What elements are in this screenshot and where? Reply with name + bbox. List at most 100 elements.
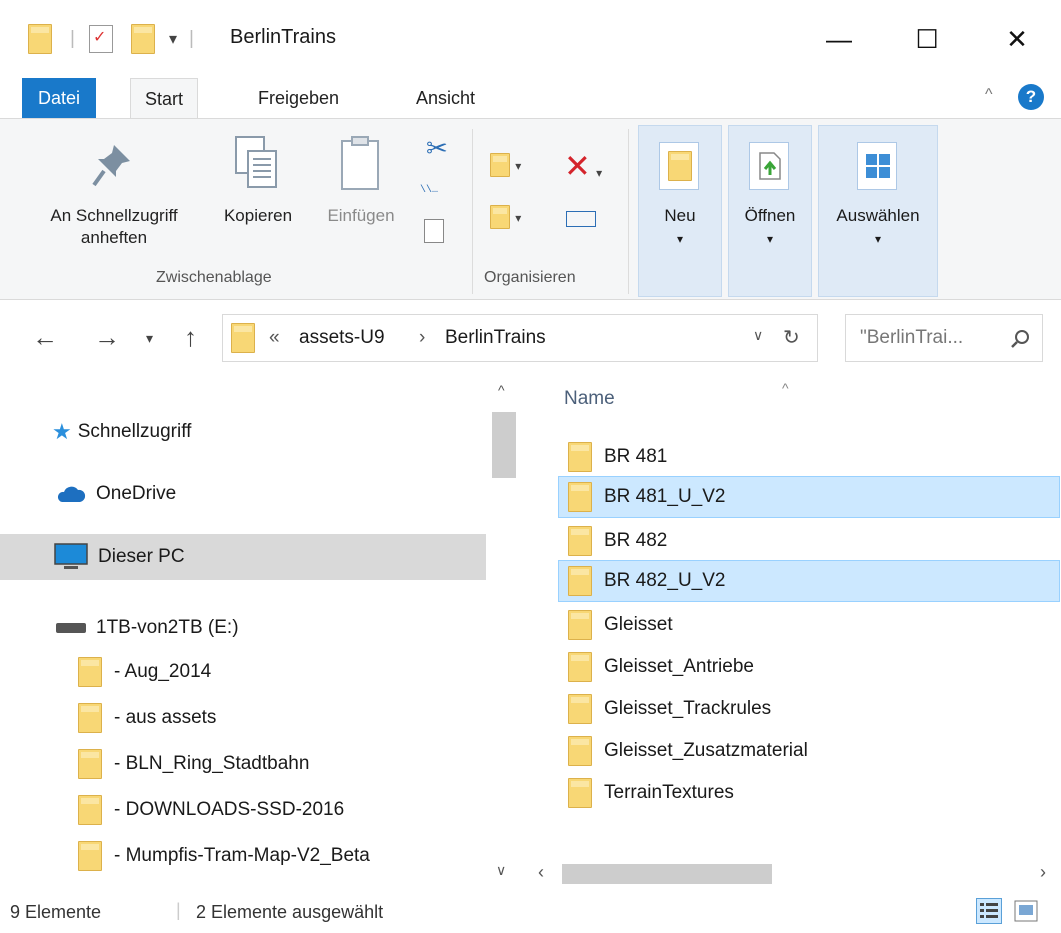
help-icon[interactable]: ? [1018,84,1044,110]
minimize-button[interactable]: — [795,0,883,78]
tab-datei[interactable]: Datei [22,78,97,118]
folder-icon [568,778,592,808]
list-item[interactable]: BR 482 [558,520,1060,562]
folder-icon [231,323,255,353]
nav-item-this-pc[interactable]: Dieser PC [0,534,486,580]
nav-item-folder[interactable]: - aus assets [0,696,486,740]
address-row: ← → ▾ ↑ « assets-U9 › BerlinTrains ∨ ↻ "… [0,300,1061,380]
nav-scrollbar[interactable]: ^ ∨ [488,380,520,890]
content-horizontal-scrollbar[interactable]: ‹ › [526,858,1061,890]
folder-icon [568,736,592,766]
nav-item-drive-e[interactable]: 1TB-von2TB (E:) [0,606,486,650]
tab-ansicht[interactable]: Ansicht [402,78,489,118]
up-arrow-icon[interactable]: ↑ [184,322,197,353]
scroll-right-icon[interactable]: › [1040,862,1046,883]
move-to-button[interactable]: ▾ [490,153,521,177]
paste-button[interactable]: Einfügen [312,205,410,227]
overflow-chevron[interactable]: « [269,327,280,349]
move-to-icon [490,153,510,177]
breadcrumb-assets-u9[interactable]: assets-U9 [299,327,385,349]
folder-icon [78,795,102,825]
cut-icon[interactable]: ✂ [426,133,448,164]
large-icons-view-icon[interactable] [1014,900,1038,922]
new-button[interactable]: Neu ▾ [638,125,722,297]
tab-start[interactable]: Start [130,78,199,119]
scroll-left-icon[interactable]: ‹ [538,862,544,883]
folder-icon [568,482,592,512]
drive-icon [56,623,86,633]
properties-icon[interactable]: ✓ [88,25,113,53]
nav-item-folder[interactable]: - DOWNLOADS-SSD-2016 [0,788,486,832]
folder-icon [568,652,592,682]
recent-locations-icon[interactable]: ▾ [146,330,153,347]
window-title: BerlinTrains [230,26,336,48]
item-count: 9 Elemente [10,902,102,922]
nav-scroll-thumb[interactable] [492,412,516,478]
nav-item-folder[interactable]: - Mumpfis-Tram-Map-V2_Beta [0,834,486,878]
search-icon [1011,330,1029,348]
status-bar: 9 Elemente | 2 Elemente ausgewählt [0,890,1061,933]
title-bar: | ✓ ▾ | BerlinTrains — ☐ ✕ [0,0,1061,78]
details-view-icon[interactable] [976,898,1002,924]
refresh-icon[interactable]: ↻ [783,325,800,350]
list-item[interactable]: BR 481 [558,436,1060,478]
breadcrumb-berlintrains[interactable]: BerlinTrains [445,327,546,349]
list-item[interactable]: Gleisset [558,604,1060,646]
address-dropdown-icon[interactable]: ∨ [753,327,763,344]
list-item[interactable]: Gleisset_Antriebe [558,646,1060,688]
close-button[interactable]: ✕ [973,0,1061,78]
copy-to-icon [490,205,510,229]
scroll-down-icon[interactable]: ∨ [496,862,506,879]
new-icon [668,151,692,181]
copy-to-button[interactable]: ▾ [490,205,521,229]
copy-path-icon[interactable]: \\… [420,185,446,199]
nav-item-onedrive[interactable]: OneDrive [0,472,486,516]
folder-icon [78,657,102,687]
new-folder-icon[interactable] [130,24,155,54]
breadcrumb-separator[interactable]: › [419,327,425,349]
address-bar[interactable]: « assets-U9 › BerlinTrains ∨ ↻ [222,314,818,362]
select-icon [866,154,890,178]
list-item[interactable]: BR 481_U_V2 [558,476,1060,518]
search-input[interactable]: "BerlinTrai... [845,314,1043,362]
ribbon: An Schnellzugriff anheften Kopieren Einf… [0,118,1061,300]
copy-button[interactable]: Kopieren [212,205,304,227]
open-icon [759,152,781,180]
folder-icon [568,566,592,596]
folder-icon [568,610,592,640]
list-item[interactable]: BR 482_U_V2 [558,560,1060,602]
nav-item-quick-access[interactable]: ★ Schnellzugriff [0,410,486,454]
rename-icon[interactable] [566,211,596,227]
open-button[interactable]: Öffnen ▾ [728,125,812,297]
nav-item-folder[interactable]: - BLN_Ring_Stadtbahn [0,742,486,786]
paste-shortcut-icon[interactable] [424,219,444,243]
file-list: ^ Name BR 481 BR 481_U_V2 BR 482 BR 482_… [526,380,1061,858]
star-icon: ★ [52,419,72,444]
list-item[interactable]: Gleisset_Zusatzmaterial [558,730,1060,772]
delete-button[interactable]: ✕ ▾ [564,147,602,185]
list-item[interactable]: Gleisset_Trackrules [558,688,1060,730]
nav-item-folder[interactable]: - Aug_2014 [0,650,486,694]
pin-to-quick-access-button[interactable]: An Schnellzugriff anheften [20,205,208,249]
group-label-organize: Organisieren [484,269,576,286]
customize-toolbar-icon[interactable]: ▾ [169,29,177,49]
forward-arrow-icon[interactable]: → [94,322,120,353]
paste-icon [341,136,379,190]
scroll-up-icon[interactable]: ^ [498,382,505,398]
horizontal-scroll-thumb[interactable] [562,864,772,884]
folder-icon [568,526,592,556]
tab-freigeben[interactable]: Freigeben [244,78,353,118]
navigation-pane: ★ Schnellzugriff OneDrive Dieser PC 1TB-… [0,380,486,890]
list-item[interactable]: TerrainTextures [558,772,1060,814]
copy-icon [235,136,277,188]
folder-icon [28,24,52,54]
cloud-icon [57,486,86,502]
back-arrow-icon[interactable]: ← [32,322,58,353]
folder-icon [568,694,592,724]
collapse-ribbon-icon[interactable]: ^ [985,86,993,104]
computer-icon [54,543,88,569]
column-header-name[interactable]: Name [564,388,615,410]
group-label-clipboard: Zwischenablage [156,269,272,286]
select-button[interactable]: Auswählen ▾ [818,125,938,297]
maximize-button[interactable]: ☐ [883,0,971,78]
